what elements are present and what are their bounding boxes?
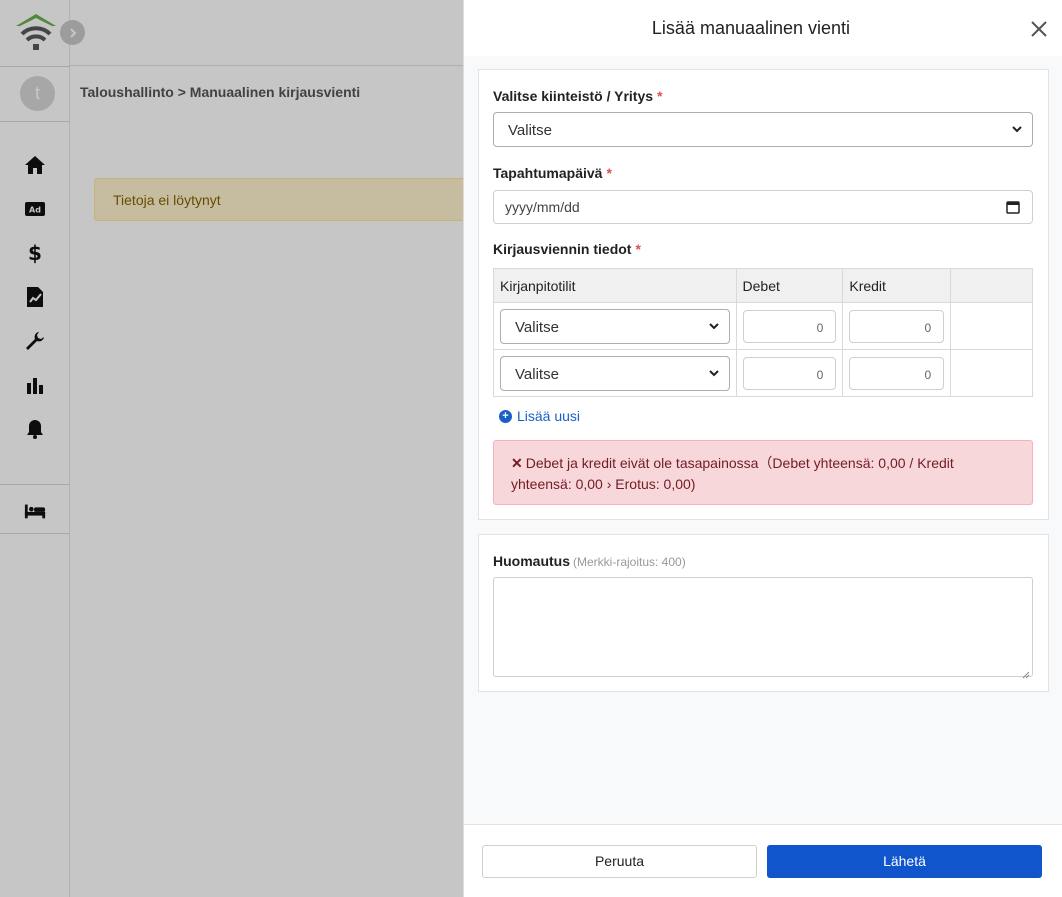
entry-form-panel: Valitse kiinteistö / Yritys * Valitse Tap…	[478, 69, 1049, 520]
entries-table: Kirjanpitotilit Debet Kredit Valitse 0 0	[493, 268, 1033, 397]
property-label: Valitse kiinteistö / Yritys *	[493, 88, 663, 104]
submit-button[interactable]: Lähetä	[767, 845, 1042, 878]
table-row: Valitse 0 0	[493, 349, 1033, 397]
note-label: Huomautus (Merkki-rajoitus: 400)	[493, 553, 686, 569]
plus-circle-icon: +	[499, 409, 512, 423]
credit-input[interactable]: 0	[849, 356, 945, 390]
actions-cell	[950, 349, 1033, 397]
property-select[interactable]: Valitse	[493, 112, 1033, 147]
account-select[interactable]: Valitse	[500, 355, 730, 391]
column-header-debit: Debet	[735, 268, 844, 303]
date-label: Tapahtumapäivä *	[493, 165, 612, 181]
date-input[interactable]: yyyy/mm/dd	[493, 190, 1033, 224]
column-header-accounts: Kirjanpitotilit	[493, 268, 737, 303]
actions-cell	[950, 302, 1033, 350]
debit-cell: 0	[735, 302, 844, 350]
manual-entry-drawer: Lisää manuaalinen vienti Valitse kiintei…	[463, 0, 1062, 897]
table-row: Valitse 0 0	[493, 302, 1033, 350]
error-x-icon: ✕	[511, 455, 523, 471]
debit-cell: 0	[735, 349, 844, 397]
required-mark: *	[657, 88, 663, 104]
debit-input[interactable]: 0	[742, 356, 837, 390]
credit-cell: 0	[842, 302, 952, 350]
required-mark: *	[606, 165, 612, 181]
required-mark: *	[635, 241, 641, 257]
account-select-value: Valitse	[515, 365, 559, 383]
cancel-button[interactable]: Peruuta	[482, 845, 757, 878]
calendar-icon[interactable]	[1006, 200, 1020, 214]
drawer-header: Lisää manuaalinen vienti	[464, 0, 1062, 56]
drawer-footer: Peruuta Lähetä	[464, 824, 1062, 897]
chevron-down-icon	[1010, 122, 1024, 136]
add-new-label: Lisää uusi	[517, 408, 581, 424]
column-header-credit: Kredit	[842, 268, 952, 303]
account-cell: Valitse	[493, 302, 737, 350]
close-icon[interactable]	[1030, 20, 1052, 42]
date-placeholder: yyyy/mm/dd	[505, 199, 580, 215]
balance-error-alert: ✕ Debet ja kredit eivät ole tasapainossa（…	[493, 440, 1033, 505]
add-new-link[interactable]: + Lisää uusi	[499, 408, 580, 424]
account-cell: Valitse	[493, 349, 737, 397]
note-textarea[interactable]	[493, 577, 1033, 679]
drawer-title: Lisää manuaalinen vienti	[651, 18, 851, 38]
chevron-down-icon	[707, 366, 721, 380]
account-select-value: Valitse	[515, 318, 559, 336]
alert-text: Debet ja kredit eivät ole tasapainossa（D…	[511, 455, 954, 492]
resize-grip-icon[interactable]	[1022, 666, 1030, 679]
column-header-actions	[950, 268, 1033, 303]
note-panel: Huomautus (Merkki-rajoitus: 400)	[478, 534, 1049, 692]
account-select[interactable]: Valitse	[500, 308, 730, 344]
credit-input[interactable]: 0	[849, 309, 945, 343]
note-hint: (Merkki-rajoitus: 400)	[573, 555, 686, 569]
credit-cell: 0	[842, 349, 952, 397]
table-header-row: Kirjanpitotilit Debet Kredit	[493, 268, 1033, 303]
entries-label: Kirjausviennin tiedot *	[493, 241, 641, 257]
property-select-value: Valitse	[508, 122, 552, 139]
chevron-down-icon	[707, 319, 721, 333]
debit-input[interactable]: 0	[742, 309, 837, 343]
